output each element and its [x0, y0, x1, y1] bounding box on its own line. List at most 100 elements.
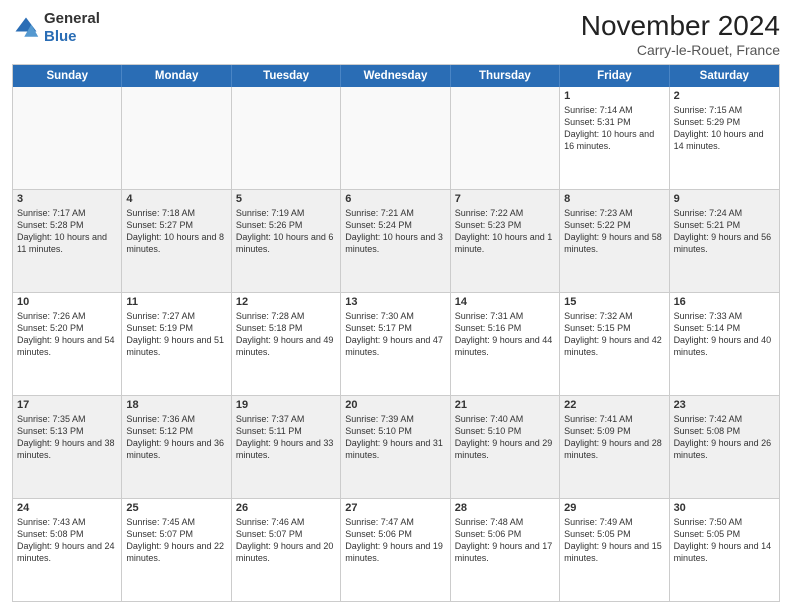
- day-cell-22: 22Sunrise: 7:41 AM Sunset: 5:09 PM Dayli…: [560, 396, 669, 498]
- day-info: Sunrise: 7:33 AM Sunset: 5:14 PM Dayligh…: [674, 310, 775, 359]
- header-cell-monday: Monday: [122, 65, 231, 87]
- logo-icon: [12, 14, 40, 42]
- calendar-body: 1Sunrise: 7:14 AM Sunset: 5:31 PM Daylig…: [13, 87, 779, 601]
- day-number: 21: [455, 399, 555, 411]
- calendar-week-4: 17 Sunrise: 7:35 AM Sunset: 5:13 PM Dayli…: [13, 395, 779, 498]
- day-info: Sunrise: 7:47 AM Sunset: 5:06 PM Dayligh…: [345, 516, 445, 565]
- day-number: 10: [17, 296, 117, 308]
- day-number: 8: [564, 193, 664, 205]
- day-info: Sunrise: 7:23 AM Sunset: 5:22 PM Dayligh…: [564, 207, 664, 256]
- day-cell-29: 29Sunrise: 7:49 AM Sunset: 5:05 PM Dayli…: [560, 499, 669, 601]
- header-cell-saturday: Saturday: [670, 65, 779, 87]
- day-number: 4: [126, 193, 226, 205]
- day-number: 19: [236, 399, 336, 411]
- empty-cell: [451, 87, 560, 189]
- day-info: Sunrise: 7:36 AM Sunset: 5:12 PM Dayligh…: [126, 413, 226, 462]
- day-number: 25: [126, 502, 226, 514]
- day-number: 23: [674, 399, 775, 411]
- header-cell-friday: Friday: [560, 65, 669, 87]
- day-number: 28: [455, 502, 555, 514]
- day-info: Sunrise: 7:15 AM Sunset: 5:29 PM Dayligh…: [674, 104, 775, 153]
- day-info: Sunrise: 7:39 AM Sunset: 5:10 PM Dayligh…: [345, 413, 445, 462]
- day-info: Sunrise: 7:24 AM Sunset: 5:21 PM Dayligh…: [674, 207, 775, 256]
- day-cell-3: 3Sunrise: 7:17 AM Sunset: 5:28 PM Daylig…: [13, 190, 122, 292]
- title-block: November 2024 Carry-le-Rouet, France: [581, 10, 780, 58]
- day-number: 12: [236, 296, 336, 308]
- day-info: Sunrise: 7:46 AM Sunset: 5:07 PM Dayligh…: [236, 516, 336, 565]
- day-info: Sunrise: 7:30 AM Sunset: 5:17 PM Dayligh…: [345, 310, 445, 359]
- day-info: Sunrise: 7:40 AM Sunset: 5:10 PM Dayligh…: [455, 413, 555, 462]
- day-cell-11: 11 Sunrise: 7:27 AM Sunset: 5:19 PM Dayli…: [122, 293, 231, 395]
- empty-cell: [13, 87, 122, 189]
- day-cell-5: 5 Sunrise: 7:19 AM Sunset: 5:26 PM Daylig…: [232, 190, 341, 292]
- day-number: 17: [17, 399, 117, 411]
- day-cell-25: 25 Sunrise: 7:45 AM Sunset: 5:07 PM Dayli…: [122, 499, 231, 601]
- day-info: Sunrise: 7:37 AM Sunset: 5:11 PM Dayligh…: [236, 413, 336, 462]
- day-cell-14: 14Sunrise: 7:31 AM Sunset: 5:16 PM Dayli…: [451, 293, 560, 395]
- day-info: Sunrise: 7:26 AM Sunset: 5:20 PM Dayligh…: [17, 310, 117, 359]
- empty-cell: [341, 87, 450, 189]
- day-cell-15: 15 Sunrise: 7:32 AM Sunset: 5:15 PM Dayli…: [560, 293, 669, 395]
- day-cell-2: 2 Sunrise: 7:15 AM Sunset: 5:29 PM Daylig…: [670, 87, 779, 189]
- day-info: Sunrise: 7:32 AM Sunset: 5:15 PM Dayligh…: [564, 310, 664, 359]
- day-info: Sunrise: 7:35 AM Sunset: 5:13 PM Dayligh…: [17, 413, 117, 462]
- header: General Blue November 2024 Carry-le-Roue…: [12, 10, 780, 58]
- day-info: Sunrise: 7:21 AM Sunset: 5:24 PM Dayligh…: [345, 207, 445, 256]
- day-cell-7: 7 Sunrise: 7:22 AM Sunset: 5:23 PM Daylig…: [451, 190, 560, 292]
- header-cell-wednesday: Wednesday: [341, 65, 450, 87]
- day-info: Sunrise: 7:18 AM Sunset: 5:27 PM Dayligh…: [126, 207, 226, 256]
- day-info: Sunrise: 7:27 AM Sunset: 5:19 PM Dayligh…: [126, 310, 226, 359]
- day-cell-19: 19 Sunrise: 7:37 AM Sunset: 5:11 PM Dayli…: [232, 396, 341, 498]
- calendar-header-row: SundayMondayTuesdayWednesdayThursdayFrid…: [13, 65, 779, 87]
- day-number: 27: [345, 502, 445, 514]
- day-number: 16: [674, 296, 775, 308]
- day-number: 11: [126, 296, 226, 308]
- day-number: 15: [564, 296, 664, 308]
- day-cell-4: 4 Sunrise: 7:18 AM Sunset: 5:27 PM Daylig…: [122, 190, 231, 292]
- day-cell-26: 26Sunrise: 7:46 AM Sunset: 5:07 PM Dayli…: [232, 499, 341, 601]
- calendar-week-1: 1Sunrise: 7:14 AM Sunset: 5:31 PM Daylig…: [13, 87, 779, 189]
- day-number: 5: [236, 193, 336, 205]
- day-cell-13: 13 Sunrise: 7:30 AM Sunset: 5:17 PM Dayli…: [341, 293, 450, 395]
- day-info: Sunrise: 7:28 AM Sunset: 5:18 PM Dayligh…: [236, 310, 336, 359]
- day-number: 13: [345, 296, 445, 308]
- day-number: 24: [17, 502, 117, 514]
- day-cell-21: 21 Sunrise: 7:40 AM Sunset: 5:10 PM Dayli…: [451, 396, 560, 498]
- month-title: November 2024: [581, 10, 780, 42]
- day-number: 3: [17, 193, 117, 205]
- empty-cell: [232, 87, 341, 189]
- day-info: Sunrise: 7:42 AM Sunset: 5:08 PM Dayligh…: [674, 413, 775, 462]
- day-number: 9: [674, 193, 775, 205]
- day-info: Sunrise: 7:43 AM Sunset: 5:08 PM Dayligh…: [17, 516, 117, 565]
- empty-cell: [122, 87, 231, 189]
- header-cell-tuesday: Tuesday: [232, 65, 341, 87]
- day-info: Sunrise: 7:45 AM Sunset: 5:07 PM Dayligh…: [126, 516, 226, 565]
- page: General Blue November 2024 Carry-le-Roue…: [0, 0, 792, 612]
- day-info: Sunrise: 7:22 AM Sunset: 5:23 PM Dayligh…: [455, 207, 555, 256]
- location-subtitle: Carry-le-Rouet, France: [581, 42, 780, 58]
- day-cell-9: 9 Sunrise: 7:24 AM Sunset: 5:21 PM Daylig…: [670, 190, 779, 292]
- day-number: 14: [455, 296, 555, 308]
- header-cell-thursday: Thursday: [451, 65, 560, 87]
- day-cell-27: 27 Sunrise: 7:47 AM Sunset: 5:06 PM Dayli…: [341, 499, 450, 601]
- day-info: Sunrise: 7:48 AM Sunset: 5:06 PM Dayligh…: [455, 516, 555, 565]
- calendar-week-3: 10 Sunrise: 7:26 AM Sunset: 5:20 PM Dayli…: [13, 292, 779, 395]
- day-number: 6: [345, 193, 445, 205]
- day-cell-17: 17 Sunrise: 7:35 AM Sunset: 5:13 PM Dayli…: [13, 396, 122, 498]
- calendar-week-5: 24 Sunrise: 7:43 AM Sunset: 5:08 PM Dayli…: [13, 498, 779, 601]
- calendar-week-2: 3Sunrise: 7:17 AM Sunset: 5:28 PM Daylig…: [13, 189, 779, 292]
- day-number: 22: [564, 399, 664, 411]
- day-info: Sunrise: 7:19 AM Sunset: 5:26 PM Dayligh…: [236, 207, 336, 256]
- day-number: 30: [674, 502, 775, 514]
- day-number: 7: [455, 193, 555, 205]
- calendar: SundayMondayTuesdayWednesdayThursdayFrid…: [12, 64, 780, 602]
- day-cell-28: 28 Sunrise: 7:48 AM Sunset: 5:06 PM Dayli…: [451, 499, 560, 601]
- day-number: 2: [674, 90, 775, 102]
- day-cell-6: 6 Sunrise: 7:21 AM Sunset: 5:24 PM Daylig…: [341, 190, 450, 292]
- day-number: 1: [564, 90, 664, 102]
- day-number: 20: [345, 399, 445, 411]
- logo-text: General Blue: [44, 10, 100, 46]
- day-cell-18: 18Sunrise: 7:36 AM Sunset: 5:12 PM Dayli…: [122, 396, 231, 498]
- logo: General Blue: [12, 10, 100, 46]
- day-cell-20: 20 Sunrise: 7:39 AM Sunset: 5:10 PM Dayli…: [341, 396, 450, 498]
